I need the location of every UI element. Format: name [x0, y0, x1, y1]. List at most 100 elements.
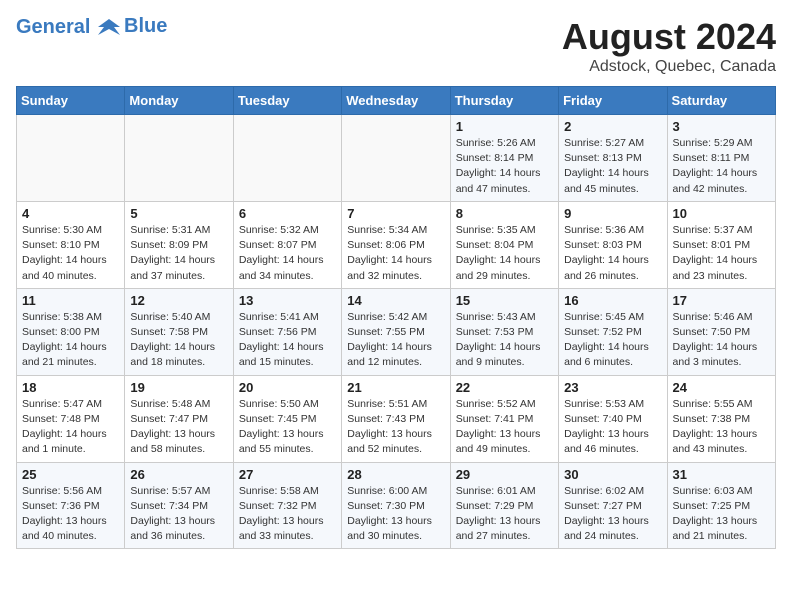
day-info: Sunrise: 5:27 AMSunset: 8:13 PMDaylight:… [564, 136, 661, 197]
day-number: 10 [673, 206, 770, 221]
calendar-cell: 27Sunrise: 5:58 AMSunset: 7:32 PMDayligh… [233, 462, 341, 549]
day-info: Sunrise: 5:45 AMSunset: 7:52 PMDaylight:… [564, 310, 661, 371]
day-number: 4 [22, 206, 119, 221]
calendar-cell: 16 Sunrise: 5:45 AMSunset: 7:52 PMDayligh… [559, 288, 667, 375]
day-number: 5 [130, 206, 227, 221]
day-number: 7 [347, 206, 444, 221]
calendar-cell: 26 Sunrise: 5:57 AMSunset: 7:34 PMDayligh… [125, 462, 233, 549]
day-info: Sunrise: 5:48 AMSunset: 7:47 PMDaylight:… [130, 397, 227, 458]
calendar-week-2: 4 Sunrise: 5:30 AMSunset: 8:10 PMDaylight… [17, 201, 776, 288]
weekday-header-thursday: Thursday [450, 87, 558, 115]
calendar-cell [125, 115, 233, 202]
calendar-cell: 30Sunrise: 6:02 AMSunset: 7:27 PMDayligh… [559, 462, 667, 549]
day-info: Sunrise: 5:31 AMSunset: 8:09 PMDaylight:… [130, 223, 227, 284]
day-info: Sunrise: 5:34 AMSunset: 8:06 PMDaylight:… [347, 223, 444, 284]
calendar-cell: 20 Sunrise: 5:50 AMSunset: 7:45 PMDayligh… [233, 375, 341, 462]
day-number: 11 [22, 293, 119, 308]
day-info: Sunrise: 6:00 AMSunset: 7:30 PMDaylight:… [347, 484, 444, 545]
weekday-header-friday: Friday [559, 87, 667, 115]
day-info: Sunrise: 5:36 AMSunset: 8:03 PMDaylight:… [564, 223, 661, 284]
weekday-header-wednesday: Wednesday [342, 87, 450, 115]
calendar-cell: 6 Sunrise: 5:32 AMSunset: 8:07 PMDaylight… [233, 201, 341, 288]
day-number: 30 [564, 467, 661, 482]
day-number: 20 [239, 380, 336, 395]
day-number: 26 [130, 467, 227, 482]
day-info: Sunrise: 5:35 AMSunset: 8:04 PMDaylight:… [456, 223, 553, 284]
day-number: 16 [564, 293, 661, 308]
day-info: Sunrise: 5:57 AMSunset: 7:34 PMDaylight:… [130, 484, 227, 545]
weekday-header-monday: Monday [125, 87, 233, 115]
logo-blue: Blue [124, 15, 167, 38]
logo: General Blue [16, 16, 167, 39]
calendar-week-4: 18Sunrise: 5:47 AMSunset: 7:48 PMDayligh… [17, 375, 776, 462]
day-info: Sunrise: 5:50 AMSunset: 7:45 PMDaylight:… [239, 397, 336, 458]
day-number: 1 [456, 119, 553, 134]
day-number: 24 [673, 380, 770, 395]
day-number: 23 [564, 380, 661, 395]
day-number: 2 [564, 119, 661, 134]
logo-bird-icon [98, 17, 120, 39]
weekday-header-sunday: Sunday [17, 87, 125, 115]
logo-text: General [16, 16, 122, 39]
day-info: Sunrise: 5:56 AMSunset: 7:36 PMDaylight:… [22, 484, 119, 545]
day-number: 8 [456, 206, 553, 221]
day-info: Sunrise: 5:32 AMSunset: 8:07 PMDaylight:… [239, 223, 336, 284]
day-info: Sunrise: 5:43 AMSunset: 7:53 PMDaylight:… [456, 310, 553, 371]
calendar-cell: 17 Sunrise: 5:46 AMSunset: 7:50 PMDayligh… [667, 288, 775, 375]
calendar-cell: 11 Sunrise: 5:38 AMSunset: 8:00 PMDayligh… [17, 288, 125, 375]
day-number: 14 [347, 293, 444, 308]
weekday-header-saturday: Saturday [667, 87, 775, 115]
calendar-cell: 29Sunrise: 6:01 AMSunset: 7:29 PMDayligh… [450, 462, 558, 549]
calendar-cell: 5 Sunrise: 5:31 AMSunset: 8:09 PMDaylight… [125, 201, 233, 288]
day-number: 13 [239, 293, 336, 308]
day-info: Sunrise: 5:46 AMSunset: 7:50 PMDaylight:… [673, 310, 770, 371]
page-header: General Blue August 2024 Adstock, Quebec… [16, 16, 776, 76]
calendar-cell [233, 115, 341, 202]
calendar-cell: 8 Sunrise: 5:35 AMSunset: 8:04 PMDaylight… [450, 201, 558, 288]
calendar-week-1: 1 Sunrise: 5:26 AMSunset: 8:14 PMDaylight… [17, 115, 776, 202]
calendar-cell: 9 Sunrise: 5:36 AMSunset: 8:03 PMDaylight… [559, 201, 667, 288]
calendar-header: SundayMondayTuesdayWednesdayThursdayFrid… [17, 87, 776, 115]
day-info: Sunrise: 5:55 AMSunset: 7:38 PMDaylight:… [673, 397, 770, 458]
calendar-cell: 15Sunrise: 5:43 AMSunset: 7:53 PMDayligh… [450, 288, 558, 375]
day-info: Sunrise: 6:01 AMSunset: 7:29 PMDaylight:… [456, 484, 553, 545]
day-number: 21 [347, 380, 444, 395]
day-number: 9 [564, 206, 661, 221]
day-number: 6 [239, 206, 336, 221]
calendar-cell: 31Sunrise: 6:03 AMSunset: 7:25 PMDayligh… [667, 462, 775, 549]
day-number: 27 [239, 467, 336, 482]
day-info: Sunrise: 5:47 AMSunset: 7:48 PMDaylight:… [22, 397, 119, 458]
calendar-cell: 7 Sunrise: 5:34 AMSunset: 8:06 PMDaylight… [342, 201, 450, 288]
day-info: Sunrise: 5:30 AMSunset: 8:10 PMDaylight:… [22, 223, 119, 284]
day-info: Sunrise: 5:38 AMSunset: 8:00 PMDaylight:… [22, 310, 119, 371]
day-number: 25 [22, 467, 119, 482]
day-info: Sunrise: 5:41 AMSunset: 7:56 PMDaylight:… [239, 310, 336, 371]
calendar-cell: 12Sunrise: 5:40 AMSunset: 7:58 PMDayligh… [125, 288, 233, 375]
calendar-cell: 21 Sunrise: 5:51 AMSunset: 7:43 PMDayligh… [342, 375, 450, 462]
location-title: Adstock, Quebec, Canada [562, 58, 776, 76]
day-info: Sunrise: 5:42 AMSunset: 7:55 PMDaylight:… [347, 310, 444, 371]
day-info: Sunrise: 5:37 AMSunset: 8:01 PMDaylight:… [673, 223, 770, 284]
calendar-cell: 3Sunrise: 5:29 AMSunset: 8:11 PMDaylight… [667, 115, 775, 202]
month-title: August 2024 [562, 16, 776, 58]
calendar-week-3: 11 Sunrise: 5:38 AMSunset: 8:00 PMDayligh… [17, 288, 776, 375]
day-number: 12 [130, 293, 227, 308]
calendar-cell: 10 Sunrise: 5:37 AMSunset: 8:01 PMDayligh… [667, 201, 775, 288]
title-block: August 2024 Adstock, Quebec, Canada [562, 16, 776, 76]
weekday-header-tuesday: Tuesday [233, 87, 341, 115]
day-info: Sunrise: 5:51 AMSunset: 7:43 PMDaylight:… [347, 397, 444, 458]
calendar-cell: 13 Sunrise: 5:41 AMSunset: 7:56 PMDayligh… [233, 288, 341, 375]
day-number: 31 [673, 467, 770, 482]
day-info: Sunrise: 5:26 AMSunset: 8:14 PMDaylight:… [456, 136, 553, 197]
day-number: 28 [347, 467, 444, 482]
calendar-week-5: 25 Sunrise: 5:56 AMSunset: 7:36 PMDayligh… [17, 462, 776, 549]
day-info: Sunrise: 5:53 AMSunset: 7:40 PMDaylight:… [564, 397, 661, 458]
calendar-cell: 14 Sunrise: 5:42 AMSunset: 7:55 PMDayligh… [342, 288, 450, 375]
calendar-cell: 18Sunrise: 5:47 AMSunset: 7:48 PMDayligh… [17, 375, 125, 462]
day-number: 19 [130, 380, 227, 395]
day-number: 22 [456, 380, 553, 395]
day-info: Sunrise: 5:52 AMSunset: 7:41 PMDaylight:… [456, 397, 553, 458]
calendar-cell: 2 Sunrise: 5:27 AMSunset: 8:13 PMDaylight… [559, 115, 667, 202]
logo-general: General [16, 16, 90, 38]
day-number: 17 [673, 293, 770, 308]
